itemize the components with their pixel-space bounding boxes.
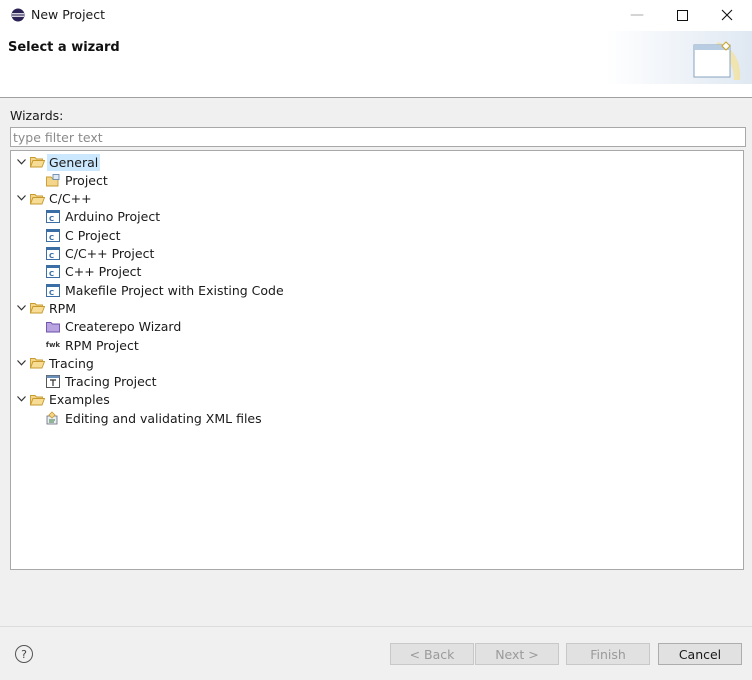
tree-item-label: Examples: [49, 392, 110, 408]
tree-item-label: Tracing Project: [65, 374, 157, 390]
tree-item-label: C++ Project: [65, 264, 142, 280]
chevron-down-icon[interactable]: [13, 157, 29, 168]
close-icon: [721, 9, 733, 21]
project-icon: [45, 172, 61, 188]
svg-text:C: C: [49, 215, 54, 223]
svg-text:C: C: [49, 234, 54, 242]
folder-icon: [29, 392, 45, 408]
wizards-label: Wizards:: [10, 108, 64, 123]
tree-category[interactable]: RPM: [13, 299, 78, 317]
chevron-down-icon[interactable]: [13, 193, 29, 204]
c-project-icon: C: [45, 227, 61, 243]
tree-item[interactable]: C Arduino Project: [45, 208, 162, 226]
eclipse-app-icon: [11, 8, 25, 22]
tree-item[interactable]: C C Project: [45, 226, 122, 244]
tree-item[interactable]: Project: [45, 171, 110, 189]
finish-button[interactable]: Finish: [566, 643, 650, 665]
back-button[interactable]: < Back: [390, 643, 474, 665]
svg-text:C: C: [49, 252, 54, 260]
tree-item-label: C/C++: [49, 191, 92, 207]
c-project-icon: C: [45, 246, 61, 262]
chevron-down-icon[interactable]: [13, 394, 29, 405]
close-button[interactable]: [704, 0, 750, 30]
tree-item[interactable]: Createrepo Wizard: [45, 318, 183, 336]
help-button[interactable]: ?: [15, 645, 33, 663]
next-button[interactable]: Next >: [475, 643, 559, 665]
tree-item-label: Makefile Project with Existing Code: [65, 282, 284, 298]
tree-item[interactable]: Tracing Project: [45, 373, 159, 391]
folder-icon: [29, 355, 45, 371]
tree-category[interactable]: Tracing: [13, 354, 96, 372]
xml-example-icon: [45, 410, 61, 426]
tree-item-label: General: [47, 153, 101, 171]
tree-item-label: Editing and validating XML files: [65, 410, 262, 426]
maximize-button[interactable]: [659, 0, 705, 30]
tree-item[interactable]: fwk RPM Project: [45, 336, 141, 354]
c-project-icon: C: [45, 282, 61, 298]
wizard-header: Select a wizard: [0, 30, 752, 98]
tree-item-label: Arduino Project: [65, 209, 161, 225]
tree-category[interactable]: Examples: [13, 391, 112, 409]
chevron-down-icon[interactable]: [13, 303, 29, 314]
folder-icon: [29, 191, 45, 207]
tree-item-label: C Project: [65, 227, 121, 243]
tree-item-label: C/C++ Project: [65, 246, 155, 261]
window-title: New Project: [31, 7, 106, 22]
tree-item-label: RPM: [49, 300, 77, 316]
new-wizard-icon: [693, 41, 741, 80]
purple-folder-icon: [45, 319, 61, 335]
c-project-icon: C: [45, 209, 61, 225]
tracing-project-icon: [45, 374, 61, 390]
button-bar-separator: [0, 626, 752, 627]
tree-item-label: Project: [65, 172, 108, 188]
tree-category[interactable]: C/C++: [13, 190, 94, 208]
tree-item-label: Createrepo Wizard: [65, 319, 182, 335]
minimize-button[interactable]: —: [614, 0, 660, 30]
wizard-tree[interactable]: General Project C/C++ C Arduino Project C C Pr…: [10, 150, 744, 570]
tree-item-label: RPM Project: [65, 337, 139, 353]
svg-text:C: C: [49, 289, 54, 297]
tree-item[interactable]: C C++ Project: [45, 263, 143, 281]
chevron-down-icon[interactable]: [13, 358, 29, 369]
tree-item-label: Tracing: [49, 355, 94, 371]
filter-input[interactable]: [10, 127, 746, 147]
folder-icon: [29, 300, 45, 316]
page-title: Select a wizard: [8, 40, 120, 55]
help-icon: ?: [21, 647, 27, 661]
tree-category[interactable]: General: [13, 153, 101, 171]
tree-item[interactable]: C C/C++ Project: [45, 245, 156, 263]
maximize-icon: [676, 9, 688, 21]
cancel-button[interactable]: Cancel: [658, 643, 742, 665]
c-project-icon: C: [45, 264, 61, 280]
title-bar: New Project —: [0, 0, 752, 31]
rpm-icon: fwk: [45, 341, 61, 349]
folder-icon: [29, 154, 45, 170]
svg-text:C: C: [49, 270, 54, 278]
tree-item[interactable]: C Makefile Project with Existing Code: [45, 281, 286, 299]
tree-item[interactable]: Editing and validating XML files: [45, 409, 264, 427]
